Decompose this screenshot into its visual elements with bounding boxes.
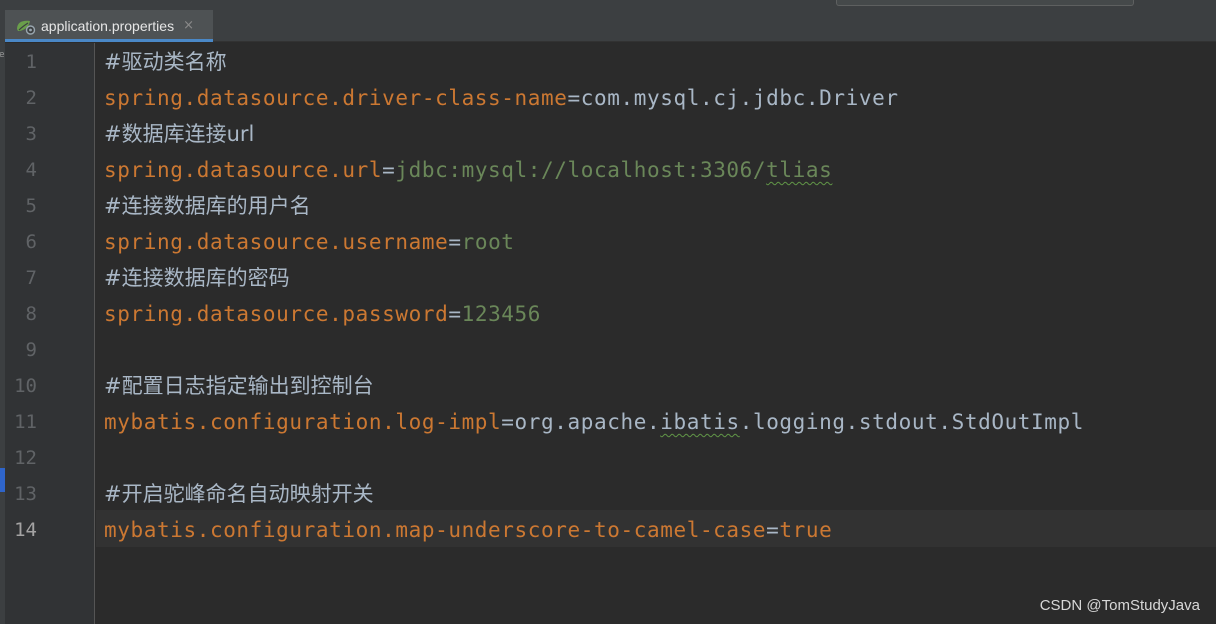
code-token: jdbc:mysql://localhost:3306/ (395, 158, 767, 182)
code-token: spring.datasource.driver-class-name (104, 86, 568, 110)
code-line[interactable]: spring.datasource.password=123456 (104, 296, 541, 332)
line-number[interactable]: 4 (5, 152, 37, 188)
code-line[interactable]: spring.datasource.username=root (104, 224, 515, 260)
line-number-gutter: 1 2 3 4 5 6 7 8 9 10 11 12 13 14 (5, 43, 95, 624)
code-token: mybatis.configuration.map-underscore-to-… (104, 518, 767, 542)
code-token: #连接数据库的用户名 (104, 194, 311, 218)
code-line[interactable]: #数据库连接url (104, 116, 254, 152)
code-token: spring.datasource.password (104, 302, 449, 326)
code-line[interactable]: spring.datasource.driver-class-name=com.… (104, 80, 899, 116)
line-number[interactable]: 8 (5, 296, 37, 332)
line-number[interactable]: 2 (5, 80, 37, 116)
code-token: #开启驼峰命名自动映射开关 (104, 482, 374, 506)
code-line[interactable]: spring.datasource.url=jdbc:mysql://local… (104, 152, 832, 188)
code-line[interactable]: mybatis.configuration.log-impl=org.apach… (104, 404, 1084, 440)
line-number[interactable]: 3 (5, 116, 37, 152)
line-number[interactable]: 5 (5, 188, 37, 224)
code-token: #驱动类名称 (104, 50, 227, 74)
code-line[interactable]: mybatis.configuration.map-underscore-to-… (104, 512, 832, 548)
code-token: true (779, 518, 833, 542)
line-number[interactable]: 1 (5, 44, 37, 80)
line-number[interactable]: 9 (5, 332, 37, 368)
line-number[interactable]: 10 (5, 368, 37, 404)
tab-application-properties[interactable]: application.properties × (5, 10, 213, 42)
watermark: CSDN @TomStudyJava (1039, 597, 1200, 614)
code-token: = (448, 302, 462, 326)
code-token: .logging.stdout.StdOutImpl (739, 410, 1085, 434)
line-number[interactable]: 7 (5, 260, 37, 296)
code-token: #配置日志指定输出到控制台 (104, 374, 374, 398)
code-token: org.apache. (514, 410, 661, 434)
code-token: com.mysql.cj.jdbc.Driver (580, 86, 899, 110)
line-number[interactable]: 11 (5, 404, 37, 440)
code-token: spring.datasource.username (104, 230, 449, 254)
line-number[interactable]: 14 (5, 512, 37, 548)
code-line[interactable]: #开启驼峰命名自动映射开关 (104, 476, 374, 512)
active-tab-indicator (5, 39, 213, 42)
code-token: root (461, 230, 515, 254)
code-token: = (501, 410, 515, 434)
line-number[interactable]: 12 (5, 440, 37, 476)
line-number[interactable]: 13 (5, 476, 37, 512)
code-token: = (766, 518, 780, 542)
close-icon[interactable]: × (183, 18, 194, 33)
code-line[interactable]: #连接数据库的用户名 (104, 188, 311, 224)
code-line[interactable]: #配置日志指定输出到控制台 (104, 368, 374, 404)
toolbar-box (836, 0, 1134, 6)
code-token: ibatis (660, 410, 740, 434)
code-token: = (382, 158, 396, 182)
code-token: #数据库连接url (104, 122, 255, 146)
editor-tab-bar: application.properties × (0, 0, 1216, 42)
line-number[interactable]: 6 (5, 224, 37, 260)
code-token: mybatis.configuration.log-impl (104, 410, 502, 434)
tab-label: application.properties (41, 17, 175, 34)
code-token: = (448, 230, 462, 254)
code-token: tlias (766, 158, 833, 182)
spring-properties-file-icon (15, 17, 37, 35)
code-token: 123456 (461, 302, 542, 326)
code-token: = (567, 86, 581, 110)
left-strip-glyph: e (0, 50, 5, 60)
code-token: #连接数据库的密码 (104, 266, 290, 290)
code-line[interactable]: #驱动类名称 (104, 44, 227, 80)
code-token: spring.datasource.url (104, 158, 383, 182)
code-line[interactable]: #连接数据库的密码 (104, 260, 290, 296)
